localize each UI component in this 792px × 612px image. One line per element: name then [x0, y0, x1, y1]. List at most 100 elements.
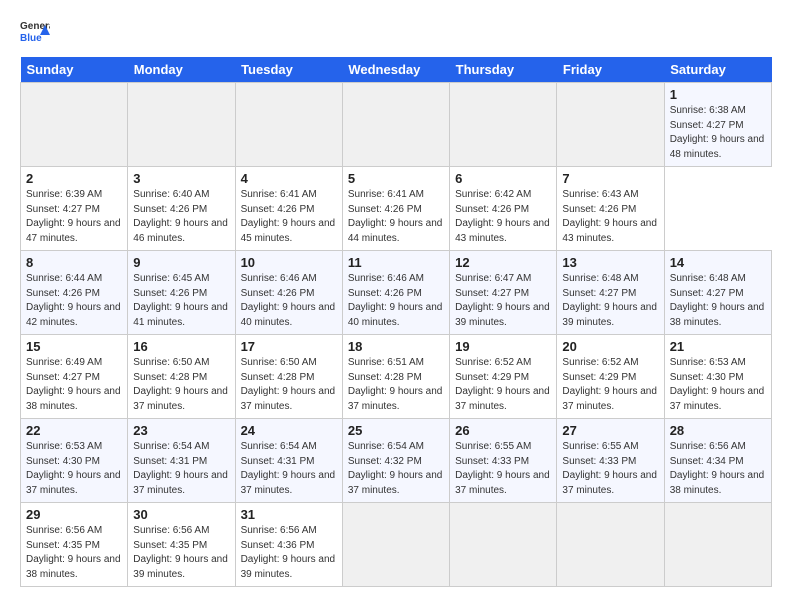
calendar-cell — [557, 503, 664, 587]
day-info: Sunrise: 6:45 AMSunset: 4:26 PMDaylight:… — [133, 273, 228, 328]
calendar-cell: 6 Sunrise: 6:42 AMSunset: 4:26 PMDaylight… — [450, 167, 557, 251]
calendar-cell — [450, 503, 557, 587]
day-number: 4 — [241, 171, 337, 186]
weekday-header: Tuesday — [235, 57, 342, 83]
calendar-cell: 31Sunrise: 6:56 AMSunset: 4:36 PMDayligh… — [235, 503, 342, 587]
day-number: 6 — [455, 171, 551, 186]
calendar-cell: 27 Sunrise: 6:55 AMSunset: 4:33 PMDayligh… — [557, 419, 664, 503]
day-number: 7 — [562, 171, 658, 186]
day-number: 16 — [133, 339, 229, 354]
day-number: 23 — [133, 423, 229, 438]
calendar-cell — [664, 503, 771, 587]
calendar-cell: 29 Sunrise: 6:56 AMSunset: 4:35 PMDayligh… — [21, 503, 128, 587]
day-info: Sunrise: 6:49 AMSunset: 4:27 PMDaylight:… — [26, 357, 121, 412]
day-info: Sunrise: 6:41 AMSunset: 4:26 PMDaylight:… — [241, 189, 336, 244]
calendar-cell: 28Sunrise: 6:56 AMSunset: 4:34 PMDayligh… — [664, 419, 771, 503]
calendar-week-row: 2 Sunrise: 6:39 AMSunset: 4:27 PMDaylight… — [21, 167, 772, 251]
calendar-cell: 26 Sunrise: 6:55 AMSunset: 4:33 PMDayligh… — [450, 419, 557, 503]
calendar-cell: 24 Sunrise: 6:54 AMSunset: 4:31 PMDayligh… — [235, 419, 342, 503]
day-number: 12 — [455, 255, 551, 270]
day-info: Sunrise: 6:39 AMSunset: 4:27 PMDaylight:… — [26, 189, 121, 244]
calendar-cell: 8 Sunrise: 6:44 AMSunset: 4:26 PMDaylight… — [21, 251, 128, 335]
header: General Blue — [20, 15, 772, 49]
day-info: Sunrise: 6:43 AMSunset: 4:26 PMDaylight:… — [562, 189, 657, 244]
calendar-cell: 23 Sunrise: 6:54 AMSunset: 4:31 PMDayligh… — [128, 419, 235, 503]
day-number: 8 — [26, 255, 122, 270]
calendar-cell: 20Sunrise: 6:52 AMSunset: 4:29 PMDayligh… — [557, 335, 664, 419]
day-info: Sunrise: 6:42 AMSunset: 4:26 PMDaylight:… — [455, 189, 550, 244]
day-number: 19 — [455, 339, 551, 354]
calendar-cell: 12Sunrise: 6:47 AMSunset: 4:27 PMDayligh… — [450, 251, 557, 335]
day-info: Sunrise: 6:54 AMSunset: 4:31 PMDaylight:… — [241, 441, 336, 496]
calendar-body: 1Sunrise: 6:38 AMSunset: 4:27 PMDaylight… — [21, 83, 772, 587]
calendar-cell: 17 Sunrise: 6:50 AMSunset: 4:28 PMDayligh… — [235, 335, 342, 419]
day-info: Sunrise: 6:54 AMSunset: 4:31 PMDaylight:… — [133, 441, 228, 496]
day-info: Sunrise: 6:40 AMSunset: 4:26 PMDaylight:… — [133, 189, 228, 244]
day-number: 26 — [455, 423, 551, 438]
day-info: Sunrise: 6:53 AMSunset: 4:30 PMDaylight:… — [26, 441, 121, 496]
day-info: Sunrise: 6:46 AMSunset: 4:26 PMDaylight:… — [241, 273, 336, 328]
calendar-week-row: 22Sunrise: 6:53 AMSunset: 4:30 PMDayligh… — [21, 419, 772, 503]
day-number: 24 — [241, 423, 337, 438]
calendar-week-row: 8 Sunrise: 6:44 AMSunset: 4:26 PMDaylight… — [21, 251, 772, 335]
calendar-cell: 4 Sunrise: 6:41 AMSunset: 4:26 PMDaylight… — [235, 167, 342, 251]
day-number: 3 — [133, 171, 229, 186]
day-number: 15 — [26, 339, 122, 354]
day-info: Sunrise: 6:53 AMSunset: 4:30 PMDaylight:… — [670, 357, 765, 412]
empty-cell — [557, 83, 664, 167]
calendar-cell: 18 Sunrise: 6:51 AMSunset: 4:28 PMDayligh… — [342, 335, 449, 419]
day-number: 13 — [562, 255, 658, 270]
day-info: Sunrise: 6:56 AMSunset: 4:34 PMDaylight:… — [670, 441, 765, 496]
day-number: 14 — [670, 255, 766, 270]
day-info: Sunrise: 6:41 AMSunset: 4:26 PMDaylight:… — [348, 189, 443, 244]
calendar-cell: 15 Sunrise: 6:49 AMSunset: 4:27 PMDayligh… — [21, 335, 128, 419]
day-info: Sunrise: 6:52 AMSunset: 4:29 PMDaylight:… — [562, 357, 657, 412]
calendar-cell: 3 Sunrise: 6:40 AMSunset: 4:26 PMDaylight… — [128, 167, 235, 251]
day-number: 1 — [670, 87, 766, 102]
day-number: 25 — [348, 423, 444, 438]
svg-text:Blue: Blue — [20, 33, 42, 44]
day-info: Sunrise: 6:50 AMSunset: 4:28 PMDaylight:… — [241, 357, 336, 412]
calendar-cell: 30Sunrise: 6:56 AMSunset: 4:35 PMDayligh… — [128, 503, 235, 587]
day-number: 11 — [348, 255, 444, 270]
calendar-header-row: SundayMondayTuesdayWednesdayThursdayFrid… — [21, 57, 772, 83]
calendar-cell: 1Sunrise: 6:38 AMSunset: 4:27 PMDaylight… — [664, 83, 771, 167]
day-info: Sunrise: 6:55 AMSunset: 4:33 PMDaylight:… — [562, 441, 657, 496]
calendar-week-row: 1Sunrise: 6:38 AMSunset: 4:27 PMDaylight… — [21, 83, 772, 167]
day-info: Sunrise: 6:52 AMSunset: 4:29 PMDaylight:… — [455, 357, 550, 412]
calendar-cell: 2 Sunrise: 6:39 AMSunset: 4:27 PMDaylight… — [21, 167, 128, 251]
calendar-cell: 14 Sunrise: 6:48 AMSunset: 4:27 PMDayligh… — [664, 251, 771, 335]
day-number: 2 — [26, 171, 122, 186]
calendar-cell: 19 Sunrise: 6:52 AMSunset: 4:29 PMDayligh… — [450, 335, 557, 419]
empty-cell — [128, 83, 235, 167]
weekday-header: Sunday — [21, 57, 128, 83]
day-info: Sunrise: 6:50 AMSunset: 4:28 PMDaylight:… — [133, 357, 228, 412]
empty-cell — [450, 83, 557, 167]
day-info: Sunrise: 6:56 AMSunset: 4:35 PMDaylight:… — [26, 525, 121, 580]
calendar-table: SundayMondayTuesdayWednesdayThursdayFrid… — [20, 57, 772, 587]
weekday-header: Wednesday — [342, 57, 449, 83]
calendar-week-row: 15 Sunrise: 6:49 AMSunset: 4:27 PMDayligh… — [21, 335, 772, 419]
empty-cell — [21, 83, 128, 167]
day-info: Sunrise: 6:48 AMSunset: 4:27 PMDaylight:… — [562, 273, 657, 328]
day-info: Sunrise: 6:51 AMSunset: 4:28 PMDaylight:… — [348, 357, 443, 412]
weekday-header: Saturday — [664, 57, 771, 83]
calendar-cell: 7 Sunrise: 6:43 AMSunset: 4:26 PMDaylight… — [557, 167, 664, 251]
day-number: 17 — [241, 339, 337, 354]
day-number: 18 — [348, 339, 444, 354]
day-info: Sunrise: 6:54 AMSunset: 4:32 PMDaylight:… — [348, 441, 443, 496]
calendar-cell: 11Sunrise: 6:46 AMSunset: 4:26 PMDayligh… — [342, 251, 449, 335]
day-number: 5 — [348, 171, 444, 186]
day-number: 30 — [133, 507, 229, 522]
logo: General Blue — [20, 15, 50, 49]
day-info: Sunrise: 6:48 AMSunset: 4:27 PMDaylight:… — [670, 273, 765, 328]
calendar-cell: 16 Sunrise: 6:50 AMSunset: 4:28 PMDayligh… — [128, 335, 235, 419]
day-info: Sunrise: 6:44 AMSunset: 4:26 PMDaylight:… — [26, 273, 121, 328]
day-number: 27 — [562, 423, 658, 438]
day-info: Sunrise: 6:55 AMSunset: 4:33 PMDaylight:… — [455, 441, 550, 496]
day-number: 21 — [670, 339, 766, 354]
calendar-cell: 9Sunrise: 6:45 AMSunset: 4:26 PMDaylight… — [128, 251, 235, 335]
day-number: 29 — [26, 507, 122, 522]
calendar-cell: 13 Sunrise: 6:48 AMSunset: 4:27 PMDayligh… — [557, 251, 664, 335]
day-info: Sunrise: 6:56 AMSunset: 4:36 PMDaylight:… — [241, 525, 336, 580]
